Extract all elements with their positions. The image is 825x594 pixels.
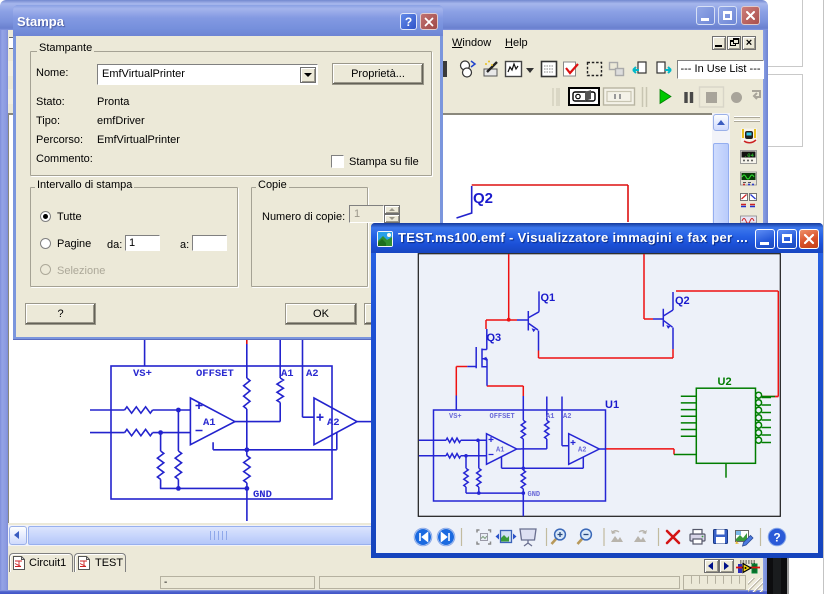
svg-text:A1: A1 (546, 413, 554, 421)
svg-text:VS+: VS+ (449, 413, 462, 421)
svg-text:A1: A1 (496, 447, 504, 455)
svg-text:Q3: Q3 (487, 332, 502, 344)
svg-text:OFFSET: OFFSET (490, 413, 515, 421)
svg-text:?: ? (773, 531, 780, 545)
svg-text:Q1: Q1 (541, 292, 556, 304)
svg-text:GND: GND (528, 491, 541, 499)
svg-text:U1: U1 (605, 399, 619, 411)
svg-text:U2: U2 (718, 376, 732, 388)
svg-text:A2: A2 (563, 413, 571, 421)
svg-text:Q2: Q2 (675, 295, 690, 307)
svg-text:A2: A2 (578, 447, 586, 455)
